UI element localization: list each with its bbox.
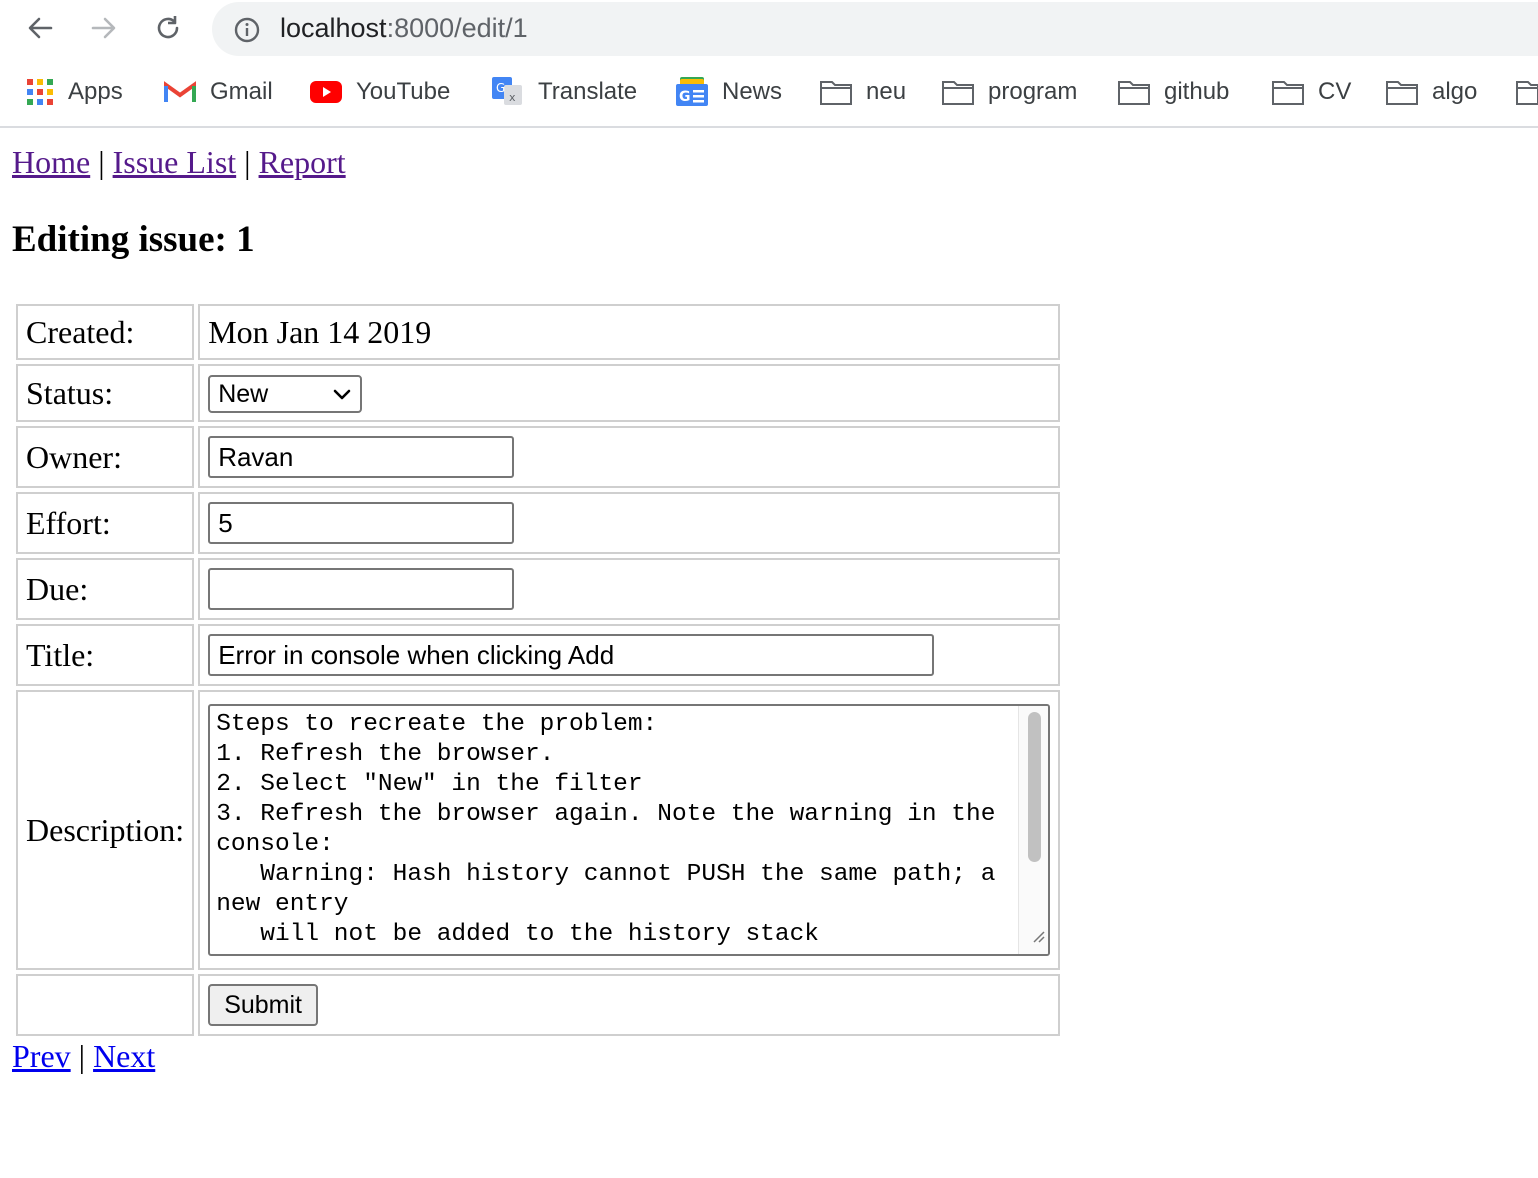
bookmark-translate[interactable]: Gx Translate [492,72,637,112]
effort-label: Effort: [16,492,195,554]
prev-link[interactable]: Prev [12,1038,71,1074]
bookmark-apps[interactable]: Apps [26,72,123,112]
resize-grip-icon[interactable] [1030,915,1046,952]
page-nav: Home | Issue List | Report [12,144,346,181]
bookmark-label: program [988,78,1078,105]
owner-label: Owner: [16,426,195,488]
issue-list-link[interactable]: Issue List [113,144,237,180]
bookmark-youtube[interactable]: YouTube [310,72,450,112]
bookmark-label: Apps [68,78,123,105]
svg-text:G: G [496,81,505,95]
due-cell [198,558,1061,620]
description-text: Steps to recreate the problem: 1. Refres… [216,711,996,948]
translate-icon: Gx [492,77,524,107]
apps-grid-icon [26,78,54,106]
bookmark-label: News [722,78,783,105]
reload-icon[interactable] [148,8,188,48]
url-text[interactable]: localhost:8000/edit/1 [280,13,528,44]
home-link[interactable]: Home [12,144,90,180]
back-icon[interactable] [20,8,60,48]
url-host: localhost [280,13,387,43]
gmail-icon [164,80,196,104]
bookmark-label: algo [1432,78,1478,105]
folder-icon [1272,79,1304,105]
due-label: Due: [16,558,195,620]
folder-icon [820,79,852,105]
created-label: Created: [16,304,195,360]
bookmark-folder-cv[interactable]: CV [1272,72,1351,112]
title-input[interactable] [208,634,935,676]
description-row: Description: Steps to recreate the probl… [16,690,1061,970]
title-cell [198,624,1061,686]
issue-edit-form: Created: Mon Jan 14 2019 Status: New Own… [12,300,1064,1040]
folder-icon [1118,79,1150,105]
created-value: Mon Jan 14 2019 [198,304,1061,360]
owner-input[interactable] [208,436,515,478]
bookmark-label: github [1164,78,1230,105]
description-cell: Steps to recreate the problem: 1. Refres… [198,690,1061,970]
due-input[interactable] [208,568,515,610]
title-label: Title: [16,624,195,686]
report-link[interactable]: Report [259,144,346,180]
owner-row: Owner: [16,426,1061,488]
status-cell: New [198,364,1061,422]
owner-cell [198,426,1061,488]
bookmark-folder-github[interactable]: github [1118,72,1229,112]
title-row: Title: [16,624,1061,686]
svg-text:x: x [509,91,516,104]
bookmark-label: neu [866,78,907,105]
bookmark-gmail[interactable]: Gmail [164,72,273,112]
forward-icon[interactable] [84,8,124,48]
site-info-icon[interactable] [232,15,262,45]
bookmark-label: Gmail [210,78,273,105]
submit-cell: Submit [198,974,1061,1036]
bookmarks-bar: Apps Gmail YouTube Gx Translate G News n… [0,58,1538,128]
nav-separator: | [98,144,105,180]
status-label: Status: [16,364,195,422]
effort-cell [198,492,1061,554]
submit-row: Submit [16,974,1061,1036]
due-row: Due: [16,558,1061,620]
svg-text:G: G [679,89,691,105]
bookmark-folder-program[interactable]: program [942,72,1077,112]
chevron-down-icon [332,380,352,409]
url-path: :8000/edit/1 [386,13,528,43]
bookmark-label: Translate [538,78,638,105]
submit-button[interactable]: Submit [208,984,318,1027]
description-textarea[interactable]: Steps to recreate the problem: 1. Refres… [208,704,1051,956]
bookmark-news[interactable]: G News [676,72,782,112]
next-link[interactable]: Next [93,1038,155,1074]
browser-toolbar: localhost:8000/edit/1 [0,0,1538,58]
created-row: Created: Mon Jan 14 2019 [16,304,1061,360]
page-title: Editing issue: 1 [12,219,255,260]
status-select[interactable]: New [208,375,363,414]
pager-separator: | [78,1038,86,1074]
folder-icon [1386,79,1418,105]
address-bar[interactable]: localhost:8000/edit/1 [212,2,1538,56]
pager: Prev | Next [12,1038,155,1075]
status-selected-value: New [218,379,269,408]
effort-row: Effort: [16,492,1061,554]
bookmark-label: YouTube [356,78,451,105]
bookmark-folder-algo[interactable]: algo [1386,72,1477,112]
youtube-icon [310,80,342,104]
effort-input[interactable] [208,502,515,544]
folder-icon [942,79,974,105]
folder-icon [1516,79,1538,105]
news-icon: G [676,76,708,108]
bookmark-folder-neu[interactable]: neu [820,72,906,112]
description-label: Description: [16,690,195,970]
scrollbar-thumb[interactable] [1028,712,1042,862]
bookmark-label: CV [1318,78,1352,105]
bookmark-overflow-folder[interactable] [1516,72,1538,112]
nav-separator: | [244,144,251,180]
empty-label-cell [16,974,195,1036]
status-row: Status: New [16,364,1061,422]
